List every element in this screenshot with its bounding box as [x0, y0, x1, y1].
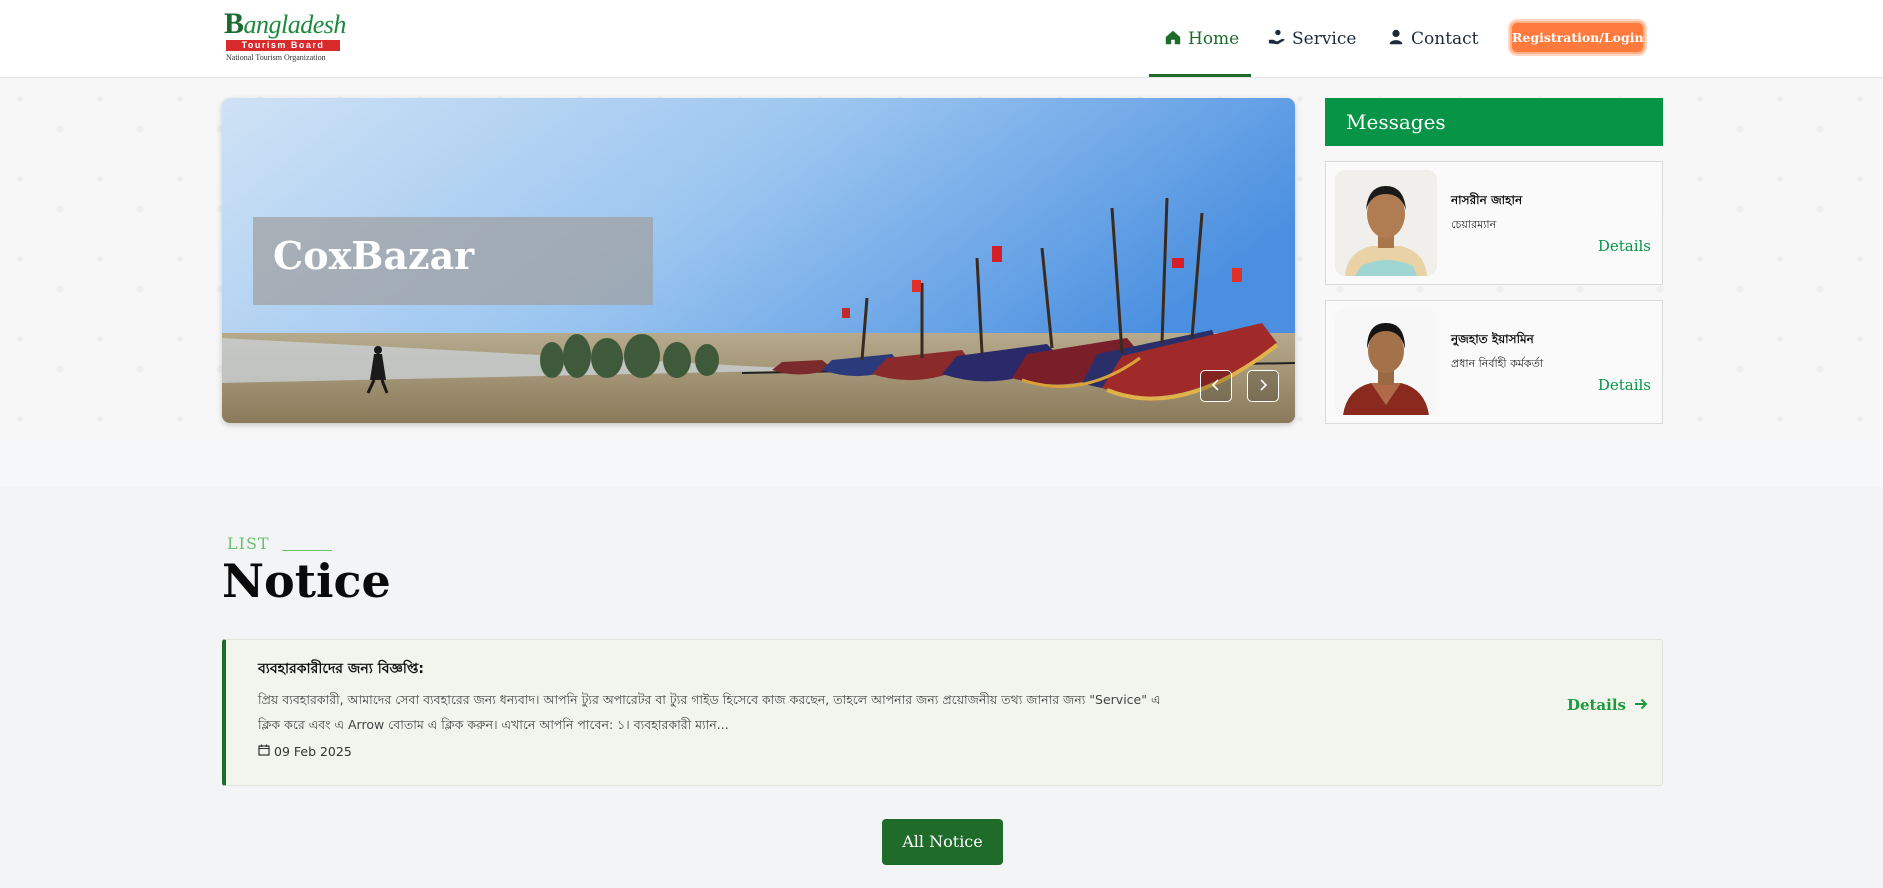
avatar — [1335, 170, 1437, 276]
notice-body: প্রিয় ব্যবহারকারী, আমাদের সেবা ব্যবহারে… — [258, 692, 1161, 732]
slider-prev-button[interactable] — [1200, 370, 1232, 402]
nav-active-indicator — [1149, 74, 1251, 77]
logo-subtitle: National Tourism Organization — [226, 53, 326, 62]
message-details-link[interactable]: Details — [1598, 237, 1651, 255]
notice-date: 09 Feb 2025 — [258, 744, 352, 759]
arrow-right-icon — [1634, 696, 1648, 714]
nav-service[interactable]: Service — [1268, 0, 1356, 78]
hero-slider[interactable]: CoxBazar — [222, 98, 1295, 423]
logo-board-strip: Tourism Board — [226, 40, 340, 51]
nav-contact[interactable]: Contact — [1387, 0, 1479, 78]
message-person-role: চেয়ারম্যান — [1451, 218, 1497, 231]
message-card: নাসরীন জাহান চেয়ারম্যান Details — [1325, 161, 1663, 285]
notice-heading: ব্যবহারকারীদের জন্য বিজ্ঞপ্তি: — [258, 661, 424, 677]
logo-wordmark: Bangladesh — [224, 7, 346, 40]
slider-next-button[interactable] — [1247, 370, 1279, 402]
notice-details-label: Details — [1566, 696, 1626, 714]
avatar — [1335, 309, 1437, 415]
all-notice-button[interactable]: All Notice — [882, 819, 1003, 865]
section-tag-line — [282, 550, 332, 551]
registration-login-button[interactable]: Registration/Login — [1510, 21, 1645, 54]
home-icon — [1164, 28, 1182, 51]
message-details-link[interactable]: Details — [1598, 376, 1651, 394]
site-logo[interactable]: Bangladesh Tourism Board National Touris… — [224, 7, 346, 66]
notice-card: ব্যবহারকারীদের জন্য বিজ্ঞপ্তি: প্রিয় ব্… — [222, 639, 1663, 786]
section-tag: LIST — [227, 534, 270, 553]
section-divider-band — [0, 440, 1883, 487]
notice-date-text: 09 Feb 2025 — [274, 744, 352, 759]
chevron-left-icon — [1209, 377, 1223, 396]
notice-details-link[interactable]: Details — [1567, 696, 1648, 714]
calendar-icon — [258, 744, 270, 759]
nav-service-label: Service — [1292, 29, 1357, 49]
message-person-role: প্রধান নির্বাহী কর্মকর্তা — [1451, 357, 1544, 370]
service-hand-icon — [1268, 28, 1286, 51]
site-header: Bangladesh Tourism Board National Touris… — [0, 0, 1883, 78]
nav-home-label: Home — [1188, 29, 1240, 49]
slide-caption-box: CoxBazar — [253, 217, 653, 305]
slide-caption: CoxBazar — [273, 233, 475, 278]
messages-heading: Messages — [1325, 98, 1663, 146]
chevron-right-icon — [1256, 377, 1270, 396]
message-card: নুজহাত ইয়াসমিন প্রধান নির্বাহী কর্মকর্ত… — [1325, 300, 1663, 424]
contact-user-icon — [1387, 28, 1405, 51]
nav-home[interactable]: Home — [1164, 0, 1239, 78]
message-person-name: নুজহাত ইয়াসমিন — [1451, 332, 1534, 346]
section-title: Notice — [222, 554, 391, 608]
nav-contact-label: Contact — [1411, 29, 1479, 49]
message-person-name: নাসরীন জাহান — [1451, 193, 1523, 207]
